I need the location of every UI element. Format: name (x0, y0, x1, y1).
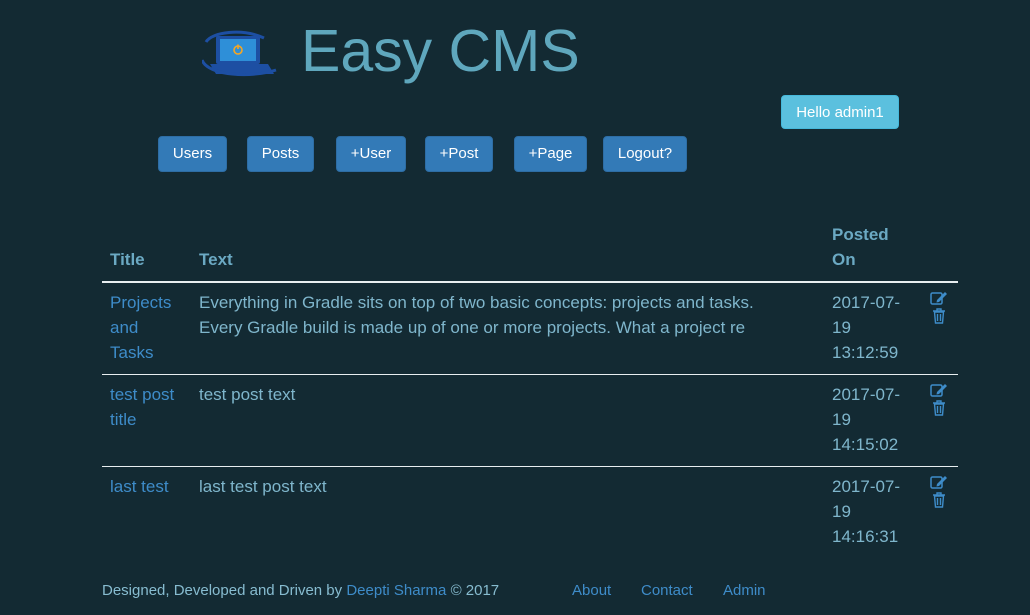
trash-icon[interactable] (930, 308, 948, 324)
posts-button[interactable]: Posts (247, 136, 314, 172)
post-date: 2017-07-19 13:12:59 (832, 293, 901, 362)
author-link[interactable]: Deepti Sharma (346, 582, 446, 599)
column-header-title: Title (110, 250, 145, 269)
post-title-link[interactable]: Projects and Tasks (110, 290, 185, 365)
add-post-button[interactable]: +Post (425, 136, 493, 172)
column-header-text: Text (199, 250, 233, 269)
post-title-link[interactable]: test post title (110, 382, 190, 432)
trash-icon[interactable] (930, 492, 948, 508)
edit-icon[interactable] (930, 474, 948, 490)
add-user-button[interactable]: +User (336, 136, 406, 172)
post-date: 2017-07-19 14:15:02 (832, 385, 901, 454)
post-text: test post text (199, 385, 296, 404)
post-text: Everything in Gradle sits on top of two … (199, 293, 754, 337)
edit-icon[interactable] (930, 382, 948, 398)
add-page-button[interactable]: +Page (514, 136, 587, 172)
footer-copyright: © 2017 (450, 582, 500, 599)
column-header-posted-on: Posted On (832, 225, 889, 269)
trash-icon[interactable] (930, 400, 948, 416)
post-text: last test post text (199, 477, 327, 496)
edit-icon[interactable] (930, 290, 948, 306)
footer-about-link[interactable]: About (572, 582, 611, 600)
footer-credit-prefix: Designed, Developed and Driven by (102, 582, 343, 599)
post-date: 2017-07-19 14:16:31 (832, 477, 901, 546)
laptop-power-icon (200, 30, 277, 77)
logout-button[interactable]: Logout? (603, 136, 687, 172)
row-divider (102, 374, 958, 375)
post-title-link[interactable]: last test (110, 474, 190, 499)
footer-contact-link[interactable]: Contact (641, 582, 693, 600)
site-title: Easy CMS (301, 18, 580, 84)
table-header-divider (102, 281, 958, 283)
site-logo (200, 30, 278, 78)
footer-admin-link[interactable]: Admin (723, 582, 766, 600)
users-button[interactable]: Users (158, 136, 227, 172)
row-divider (102, 466, 958, 467)
footer-credit: Designed, Developed and Driven by Deepti… (102, 582, 499, 600)
user-greeting-button[interactable]: Hello admin1 (781, 95, 899, 129)
